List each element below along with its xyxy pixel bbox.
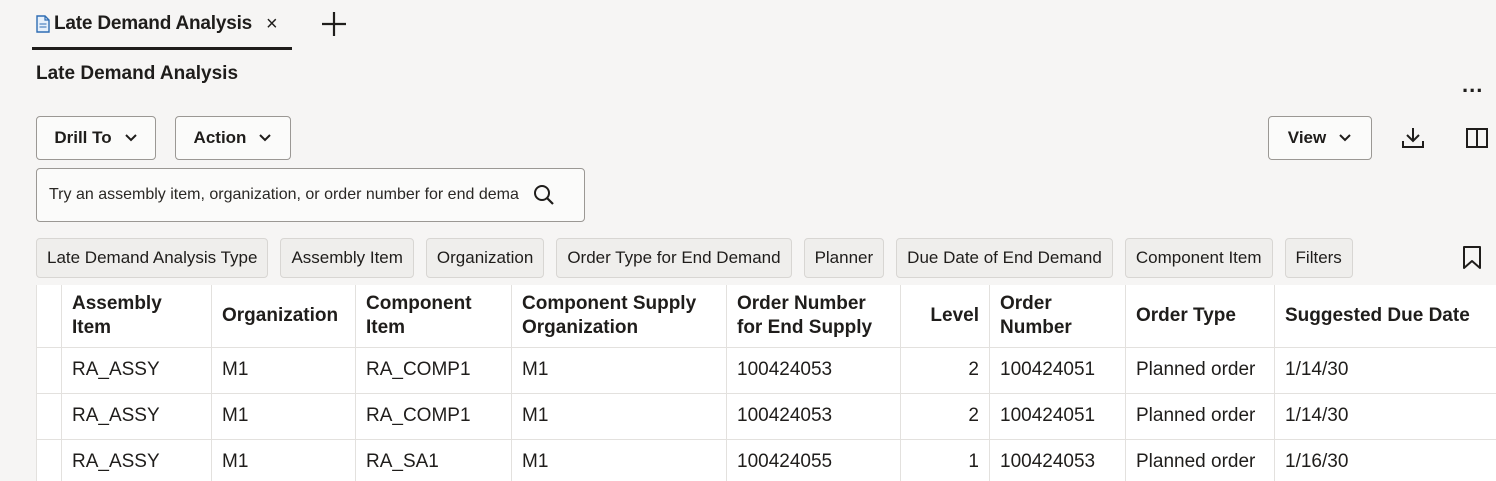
chip-order-type-for-end-demand[interactable]: Order Type for End Demand: [556, 238, 792, 278]
bookmark-button[interactable]: [1457, 243, 1487, 273]
cell-order-number: 100424053: [989, 439, 1126, 481]
cell-organization: M1: [211, 347, 356, 394]
row-selector[interactable]: [36, 439, 62, 481]
column-header-assembly-item[interactable]: Assembly Item: [61, 285, 212, 348]
download-button[interactable]: [1398, 123, 1428, 153]
cell-assembly-item: RA_ASSY: [61, 393, 212, 440]
download-icon: [1402, 128, 1424, 148]
cell-order-number-for-end-supply: 100424053: [726, 347, 901, 394]
action-label: Action: [193, 128, 247, 147]
chip-late-demand-analysis-type[interactable]: Late Demand Analysis Type: [36, 238, 269, 278]
cell-order-number: 100424051: [989, 347, 1126, 394]
column-header-order-type[interactable]: Order Type: [1125, 285, 1275, 348]
cell-component-supply-organization: M1: [511, 393, 727, 440]
cell-component-supply-organization: M1: [511, 439, 727, 481]
chip-assembly-item[interactable]: Assembly Item: [280, 238, 414, 278]
selection-column-header: [36, 285, 62, 348]
cell-assembly-item: RA_ASSY: [61, 439, 212, 481]
column-header-level[interactable]: Level: [900, 285, 990, 348]
view-button[interactable]: View: [1268, 116, 1372, 160]
add-tab-button[interactable]: [318, 8, 350, 40]
search-box: [36, 168, 585, 222]
chevron-down-icon: [258, 133, 272, 143]
drill-to-label: Drill To: [54, 128, 112, 147]
cell-assembly-item: RA_ASSY: [61, 347, 212, 394]
view-label: View: [1287, 128, 1327, 147]
cell-order-type: Planned order: [1125, 439, 1275, 481]
chip-due-date-of-end-demand[interactable]: Due Date of End Demand: [896, 238, 1113, 278]
columns-icon: [1466, 128, 1488, 148]
table-header-row: Assembly Item Organization Component Ite…: [36, 285, 1496, 348]
chip-filters[interactable]: Filters: [1284, 238, 1353, 278]
cell-order-number: 100424051: [989, 393, 1126, 440]
cell-suggested-due-date: 1/16/30: [1274, 439, 1496, 481]
results-table: Assembly Item Organization Component Ite…: [36, 285, 1496, 481]
table-row[interactable]: RA_ASSY M1 RA_COMP1 M1 100424053 2 10042…: [36, 393, 1496, 440]
table-row[interactable]: RA_ASSY M1 RA_SA1 M1 100424055 1 1004240…: [36, 439, 1496, 481]
cell-order-number-for-end-supply: 100424053: [726, 393, 901, 440]
columns-button[interactable]: [1462, 123, 1492, 153]
search-icon[interactable]: [533, 184, 555, 206]
close-icon[interactable]: ×: [266, 14, 278, 34]
cell-order-type: Planned order: [1125, 393, 1275, 440]
tab-late-demand-analysis[interactable]: Late Demand Analysis ×: [32, 0, 292, 50]
chip-organization[interactable]: Organization: [425, 238, 545, 278]
more-icon[interactable]: ...: [1462, 74, 1483, 96]
cell-level: 1: [900, 439, 990, 481]
column-header-component-supply-organization[interactable]: Component Supply Organization: [511, 285, 727, 348]
cell-order-number-for-end-supply: 100424055: [726, 439, 901, 481]
drill-to-button[interactable]: Drill To: [36, 116, 156, 160]
cell-suggested-due-date: 1/14/30: [1274, 393, 1496, 440]
cell-suggested-due-date: 1/14/30: [1274, 347, 1496, 394]
cell-organization: M1: [211, 393, 356, 440]
chip-component-item[interactable]: Component Item: [1124, 238, 1273, 278]
column-header-order-number[interactable]: Order Number: [989, 285, 1126, 348]
plus-icon: [322, 12, 346, 36]
cell-organization: M1: [211, 439, 356, 481]
cell-component-item: RA_SA1: [355, 439, 512, 481]
cell-level: 2: [900, 393, 990, 440]
action-button[interactable]: Action: [175, 116, 291, 160]
chevron-down-icon: [1338, 133, 1352, 143]
row-selector[interactable]: [36, 347, 62, 394]
bookmark-icon: [1463, 246, 1481, 269]
filter-chips: Late Demand Analysis Type Assembly Item …: [36, 238, 1353, 278]
cell-component-item: RA_COMP1: [355, 347, 512, 394]
cell-component-item: RA_COMP1: [355, 393, 512, 440]
column-header-suggested-due-date[interactable]: Suggested Due Date: [1274, 285, 1496, 348]
cell-order-type: Planned order: [1125, 347, 1275, 394]
chevron-down-icon: [124, 133, 138, 143]
column-header-organization[interactable]: Organization: [211, 285, 356, 348]
row-selector[interactable]: [36, 393, 62, 440]
page-title: Late Demand Analysis: [36, 63, 239, 84]
chip-planner[interactable]: Planner: [803, 238, 885, 278]
cell-component-supply-organization: M1: [511, 347, 727, 394]
document-icon: [36, 14, 50, 33]
table-row[interactable]: RA_ASSY M1 RA_COMP1 M1 100424053 2 10042…: [36, 347, 1496, 394]
tab-label: Late Demand Analysis: [54, 12, 253, 34]
column-header-order-number-for-end-supply[interactable]: Order Number for End Supply: [726, 285, 901, 348]
cell-level: 2: [900, 347, 990, 394]
column-header-component-item[interactable]: Component Item: [355, 285, 512, 348]
search-input[interactable]: [49, 186, 519, 204]
